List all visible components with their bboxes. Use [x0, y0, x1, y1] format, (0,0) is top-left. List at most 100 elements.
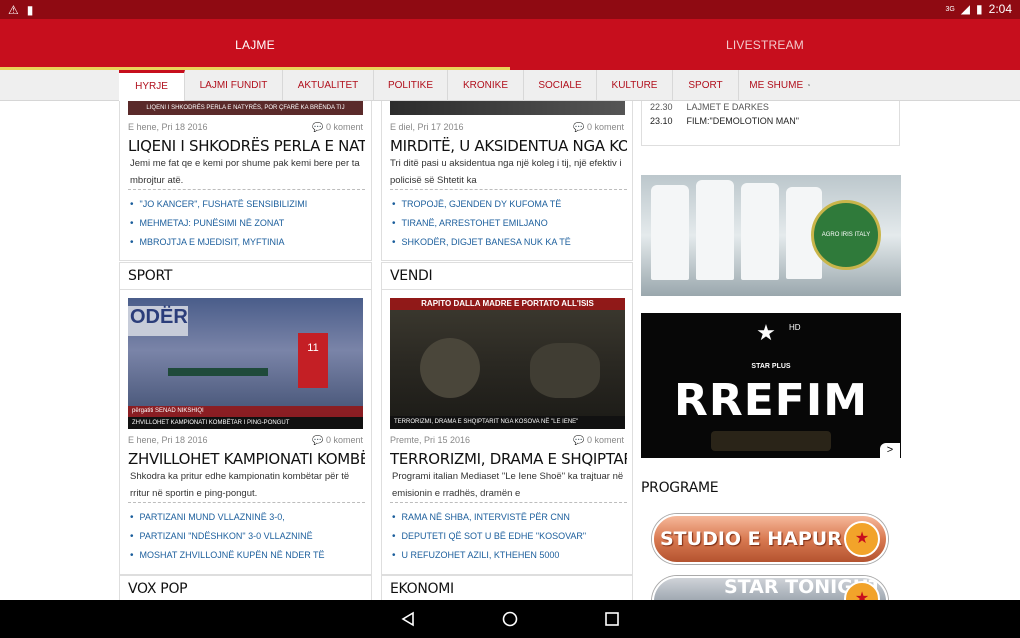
- section-header-vendi[interactable]: VENDI: [381, 262, 633, 290]
- article-date: E hene, Pri 18 2016: [128, 122, 208, 132]
- clock: 2:04: [988, 2, 1012, 16]
- related-link[interactable]: TIRANË, ARRESTOHET EMILJANO: [392, 218, 548, 229]
- article-card-mirdite[interactable]: E diel, Pri 17 2016 💬 0 koment MIRDITË, …: [381, 101, 633, 261]
- article-date: Premte, Pri 15 2016: [390, 435, 471, 445]
- comment-count[interactable]: 💬 0 koment: [573, 122, 624, 133]
- nav-item-hyrje[interactable]: HYRJE: [119, 70, 185, 101]
- table-graphic: [168, 368, 268, 376]
- article-card-vendi[interactable]: RAPITO DALLA MADRE E PORTATO ALL'ISIS TE…: [381, 290, 633, 575]
- related-link[interactable]: U REFUZOHET AZILI, KTHEHEN 5000: [392, 550, 560, 561]
- program-star-tonight[interactable]: STAR TONIGHT ★: [652, 576, 888, 603]
- back-icon[interactable]: [400, 611, 416, 627]
- comment-count[interactable]: 💬 0 koment: [312, 435, 363, 446]
- image-caption: TERRORIZMI, DRAMA E SHQIPTARIT NGA KOSOV…: [390, 416, 625, 429]
- bottle-graphic: [741, 183, 779, 280]
- section-header-ekonomi[interactable]: EKONOMI: [381, 575, 633, 603]
- tab-lajme[interactable]: LAJME: [0, 19, 510, 70]
- excerpt-line: mbrojtur atë.: [130, 175, 184, 186]
- schedule-row: 23.10 FILM:"DEMOLOTION MAN": [650, 116, 799, 126]
- divider: [390, 502, 627, 503]
- schedule-time: 22.30: [650, 102, 673, 112]
- nav-item-me-shume-label: ME SHUME: [749, 80, 804, 91]
- nav-item-lajmi-fundit[interactable]: LAJMI FUNDIT: [185, 70, 283, 101]
- article-image: LIQENI I SHKODRËS PERLA E NATYRËS, POR Ç…: [128, 101, 363, 115]
- image-caption: ZHVILLOHET KAMPIONATI KOMBËTAR I PING-PO…: [128, 417, 363, 429]
- comment-icon: 💬: [573, 122, 585, 132]
- article-headline[interactable]: ZHVILLOHET KAMPIONATI KOMBËTAR I: [128, 450, 365, 468]
- article-image: [390, 101, 625, 115]
- comment-count-label: 0 koment: [586, 435, 624, 445]
- next-arrow-icon[interactable]: >: [880, 443, 900, 458]
- excerpt-line: Shkodra ka pritur edhe kampionatin kombë…: [130, 471, 350, 482]
- schedule-row: 22.30 LAJMET E DARKES: [650, 102, 769, 112]
- bottle-graphic: [696, 180, 734, 280]
- nav-item-aktualitet[interactable]: AKTUALITET: [283, 70, 374, 101]
- divider: [128, 502, 365, 503]
- channel-name: STAR PLUS: [751, 363, 791, 370]
- article-headline[interactable]: LIQENI I SHKODRËS PERLA E NATYRËS,: [128, 137, 365, 155]
- ad-title: RREFIM: [673, 375, 869, 426]
- comment-icon: 💬: [573, 435, 585, 445]
- person-graphic: [530, 343, 600, 398]
- article-date: E diel, Pri 17 2016: [390, 122, 464, 132]
- nav-item-me-shume[interactable]: ME SHUME ◔: [739, 70, 821, 101]
- related-link[interactable]: DEPUTETI QË SOT U BË EDHE "KOSOVAR": [392, 531, 587, 542]
- related-link[interactable]: MBROJTJA E MJEDISIT, MYFTINIA: [130, 237, 285, 248]
- bottle-graphic: [651, 185, 689, 280]
- excerpt-line: Tri ditë pasi u aksidentua nga një koleg…: [390, 158, 622, 169]
- ad-banner-rrefim[interactable]: ★ HD STAR PLUS RREFIM >: [641, 313, 901, 458]
- comment-count[interactable]: 💬 0 koment: [573, 435, 624, 446]
- nav-item-sport[interactable]: SPORT: [673, 70, 739, 101]
- article-headline[interactable]: TERRORIZMI, DRAMA E SHQIPTARIT NGA: [390, 450, 627, 468]
- related-link[interactable]: MEHMETAJ: PUNËSIMI NË ZONAT: [130, 218, 285, 229]
- app-bar: LAJME LIVESTREAM: [0, 19, 1020, 70]
- divider: [128, 189, 365, 190]
- related-link[interactable]: PARTIZANI MUND VLLAZNINË 3-0,: [130, 512, 285, 523]
- schedule-title: FILM:"DEMOLOTION MAN": [686, 116, 799, 126]
- section-title: SPORT: [128, 268, 173, 284]
- banner-graphic: ODËR: [128, 306, 188, 336]
- nav-item-sociale[interactable]: SOCIALE: [524, 70, 597, 101]
- program-title: STUDIO E HAPUR: [660, 528, 842, 550]
- article-excerpt: Shkodra ka pritur edhe kampionatin kombë…: [130, 468, 367, 502]
- recents-icon[interactable]: [604, 611, 620, 627]
- article-card-liqeni[interactable]: LIQENI I SHKODRËS PERLA E NATYRËS, POR Ç…: [119, 101, 372, 261]
- article-excerpt: Tri ditë pasi u aksidentua nga një koleg…: [390, 155, 630, 189]
- nav-item-politike[interactable]: POLITIKE: [374, 70, 448, 101]
- comment-count-label: 0 koment: [586, 122, 624, 132]
- program-studio-e-hapur[interactable]: STUDIO E HAPUR ★: [652, 514, 888, 564]
- section-header-vox-pop[interactable]: VOX POP: [119, 575, 372, 603]
- related-link[interactable]: SHKODËR, DIGJET BANESA NUK KA TË: [392, 237, 571, 248]
- related-link[interactable]: PARTIZANI "NDËSHKON" 3-0 VLLAZNINË: [130, 531, 313, 542]
- sd-card-icon: ▮: [26, 3, 34, 17]
- tab-livestream[interactable]: LIVESTREAM: [510, 19, 1020, 70]
- schedule-title: LAJMET E DARKES: [686, 102, 769, 112]
- nav-item-kronike[interactable]: KRONIKE: [448, 70, 524, 101]
- nav-item-kulture[interactable]: KULTURE: [597, 70, 673, 101]
- excerpt-line: policisë së Shtetit ka: [390, 175, 477, 186]
- article-image: ODËR 11 përgatiti SENAD NIKSHIQI ZHVILLO…: [128, 298, 363, 429]
- related-link[interactable]: TROPOJË, GJENDEN DY KUFOMA TË: [392, 199, 562, 210]
- hd-badge: HD: [789, 323, 801, 332]
- person-graphic: [420, 338, 480, 398]
- comment-count[interactable]: 💬 0 koment: [312, 122, 363, 133]
- related-link[interactable]: RAMA NË SHBA, INTERVISTË PËR CNN: [392, 512, 570, 523]
- excerpt-line: rritur në sportin e ping-pongut.: [130, 488, 258, 499]
- article-card-sport[interactable]: ODËR 11 përgatiti SENAD NIKSHIQI ZHVILLO…: [119, 290, 372, 575]
- related-link[interactable]: MOSHAT ZHVILLOJNË KUPËN NË NDER TË: [130, 550, 325, 561]
- image-caption: RAPITO DALLA MADRE E PORTATO ALL'ISIS: [390, 298, 625, 310]
- star-logo-icon: ★: [844, 521, 880, 557]
- ad-banner-agro[interactable]: AGRO IRIS ITALY: [641, 175, 901, 296]
- category-nav: HYRJE LAJMI FUNDIT AKTUALITET POLITIKE K…: [0, 70, 1020, 101]
- image-caption: përgatiti SENAD NIKSHIQI: [128, 406, 363, 417]
- article-headline[interactable]: MIRDITË, U AKSIDENTUA NGA KOLEGU I: [390, 137, 627, 155]
- related-link[interactable]: "JO KANCER", FUSHATË SENSIBILIZIMI: [130, 199, 308, 210]
- battery-icon: ▮: [976, 2, 983, 16]
- section-header-sport[interactable]: SPORT: [119, 262, 372, 290]
- excerpt-line: emisionin e rradhës, dramën e: [392, 488, 521, 499]
- comment-icon: 💬: [312, 122, 324, 132]
- image-caption: LIQENI I SHKODRËS PERLA E NATYRËS, POR Ç…: [146, 105, 345, 111]
- article-excerpt: Programi italian Mediaset "Le Iene Shoё"…: [392, 468, 632, 502]
- book-graphic: [711, 431, 831, 451]
- home-icon[interactable]: [502, 611, 518, 627]
